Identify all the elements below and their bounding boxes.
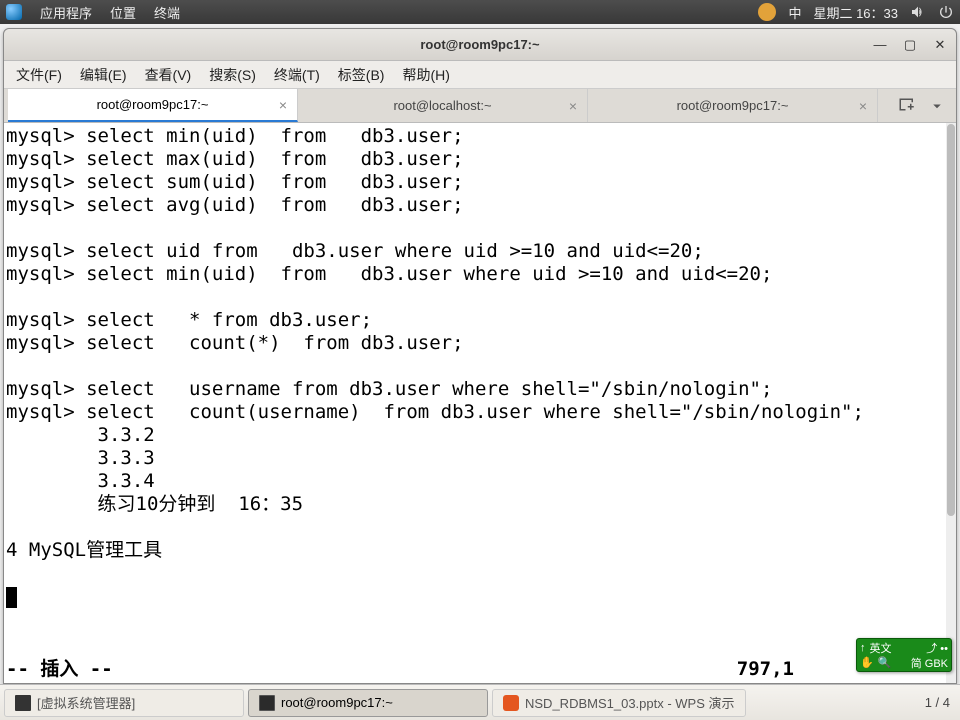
ime-indicator[interactable]: 中 bbox=[788, 3, 801, 22]
menu-bar: 文件(F) 编辑(E) 查看(V) 搜索(S) 终端(T) 标签(B) 帮助(H… bbox=[4, 61, 956, 89]
menu-help[interactable]: 帮助(H) bbox=[394, 62, 457, 88]
clock[interactable]: 星期二 16：33 bbox=[813, 3, 898, 22]
menu-edit[interactable]: 编辑(E) bbox=[72, 62, 135, 88]
taskbar-item-label: NSD_RDBMS1_03.pptx - WPS 演示 bbox=[525, 693, 735, 712]
tab-label: root@localhost:~ bbox=[393, 98, 491, 113]
window-titlebar[interactable]: root@room9pc17:~ — ▢ ✕ bbox=[4, 29, 956, 61]
scrollbar-thumb[interactable] bbox=[947, 124, 955, 516]
system-top-bar: 应用程序 位置 终端 中 星期二 16：33 bbox=[0, 0, 960, 24]
tab-bar: root@room9pc17:~ × root@localhost:~ × ro… bbox=[4, 89, 956, 123]
tab-close-icon[interactable]: × bbox=[859, 98, 867, 114]
tab-2[interactable]: root@localhost:~ × bbox=[298, 89, 588, 122]
menu-search[interactable]: 搜索(S) bbox=[201, 62, 264, 88]
tab-label: root@room9pc17:~ bbox=[97, 97, 209, 112]
terminal-area[interactable]: mysql> select min(uid) from db3.user; my… bbox=[4, 123, 956, 683]
tab-close-icon[interactable]: × bbox=[569, 98, 577, 114]
tab-3[interactable]: root@room9pc17:~ × bbox=[588, 89, 878, 122]
menu-places[interactable]: 位置 bbox=[110, 3, 136, 22]
ime-arrow-icon: ↑ bbox=[860, 642, 866, 654]
terminal-text: mysql> select min(uid) from db3.user; my… bbox=[6, 125, 956, 585]
window-title: root@room9pc17:~ bbox=[420, 37, 539, 52]
wps-icon bbox=[503, 695, 519, 711]
tab-1[interactable]: root@room9pc17:~ × bbox=[8, 89, 298, 122]
menu-tabs[interactable]: 标签(B) bbox=[330, 62, 393, 88]
tab-menu-icon[interactable] bbox=[928, 97, 946, 115]
tab-close-icon[interactable]: × bbox=[279, 97, 287, 113]
menu-applications[interactable]: 应用程序 bbox=[40, 3, 92, 22]
terminal-scrollbar[interactable] bbox=[946, 123, 956, 683]
vim-mode: -- 插入 -- bbox=[6, 658, 113, 681]
activities-icon bbox=[6, 4, 22, 20]
power-icon[interactable] bbox=[938, 4, 954, 20]
vm-manager-icon bbox=[15, 695, 31, 711]
minimize-button[interactable]: — bbox=[870, 35, 890, 55]
terminal-window: root@room9pc17:~ — ▢ ✕ 文件(F) 编辑(E) 查看(V)… bbox=[3, 28, 957, 684]
ime-hand-icon: ✋ bbox=[860, 656, 874, 669]
taskbar-item-label: [虚拟系统管理器] bbox=[37, 693, 135, 712]
menu-file[interactable]: 文件(F) bbox=[8, 62, 70, 88]
new-tab-icon[interactable] bbox=[898, 97, 916, 115]
maximize-button[interactable]: ▢ bbox=[900, 35, 920, 55]
vim-status-line: -- 插入 -- 797,1 bbox=[6, 658, 944, 681]
tab-label: root@room9pc17:~ bbox=[677, 98, 789, 113]
taskbar-item-label: root@room9pc17:~ bbox=[281, 695, 393, 710]
taskbar-item-vm[interactable]: [虚拟系统管理器] bbox=[4, 689, 244, 717]
ime-encoding: 简 GBK bbox=[911, 655, 948, 671]
workspace-indicator[interactable]: 1 / 4 bbox=[925, 695, 950, 710]
ime-lang: 英文 bbox=[870, 640, 892, 656]
ime-status-badge[interactable]: ↑ 英文 ⤴ •• ✋ 🔍 简 GBK bbox=[856, 638, 952, 672]
ime-search-icon: 🔍 bbox=[878, 656, 892, 669]
ime-extra-icon: ⤴ •• bbox=[926, 640, 948, 656]
update-notification-icon[interactable] bbox=[758, 3, 776, 21]
volume-icon[interactable] bbox=[910, 4, 926, 20]
terminal-icon bbox=[259, 695, 275, 711]
menu-view[interactable]: 查看(V) bbox=[137, 62, 200, 88]
taskbar: [虚拟系统管理器] root@room9pc17:~ NSD_RDBMS1_03… bbox=[0, 684, 960, 720]
cursor bbox=[6, 587, 17, 608]
taskbar-item-terminal[interactable]: root@room9pc17:~ bbox=[248, 689, 488, 717]
menu-terminal[interactable]: 终端 bbox=[154, 3, 180, 22]
close-button[interactable]: ✕ bbox=[930, 35, 950, 55]
taskbar-item-wps[interactable]: NSD_RDBMS1_03.pptx - WPS 演示 bbox=[492, 689, 746, 717]
menu-terminal[interactable]: 终端(T) bbox=[266, 62, 328, 88]
vim-position: 797,1 bbox=[737, 658, 794, 681]
